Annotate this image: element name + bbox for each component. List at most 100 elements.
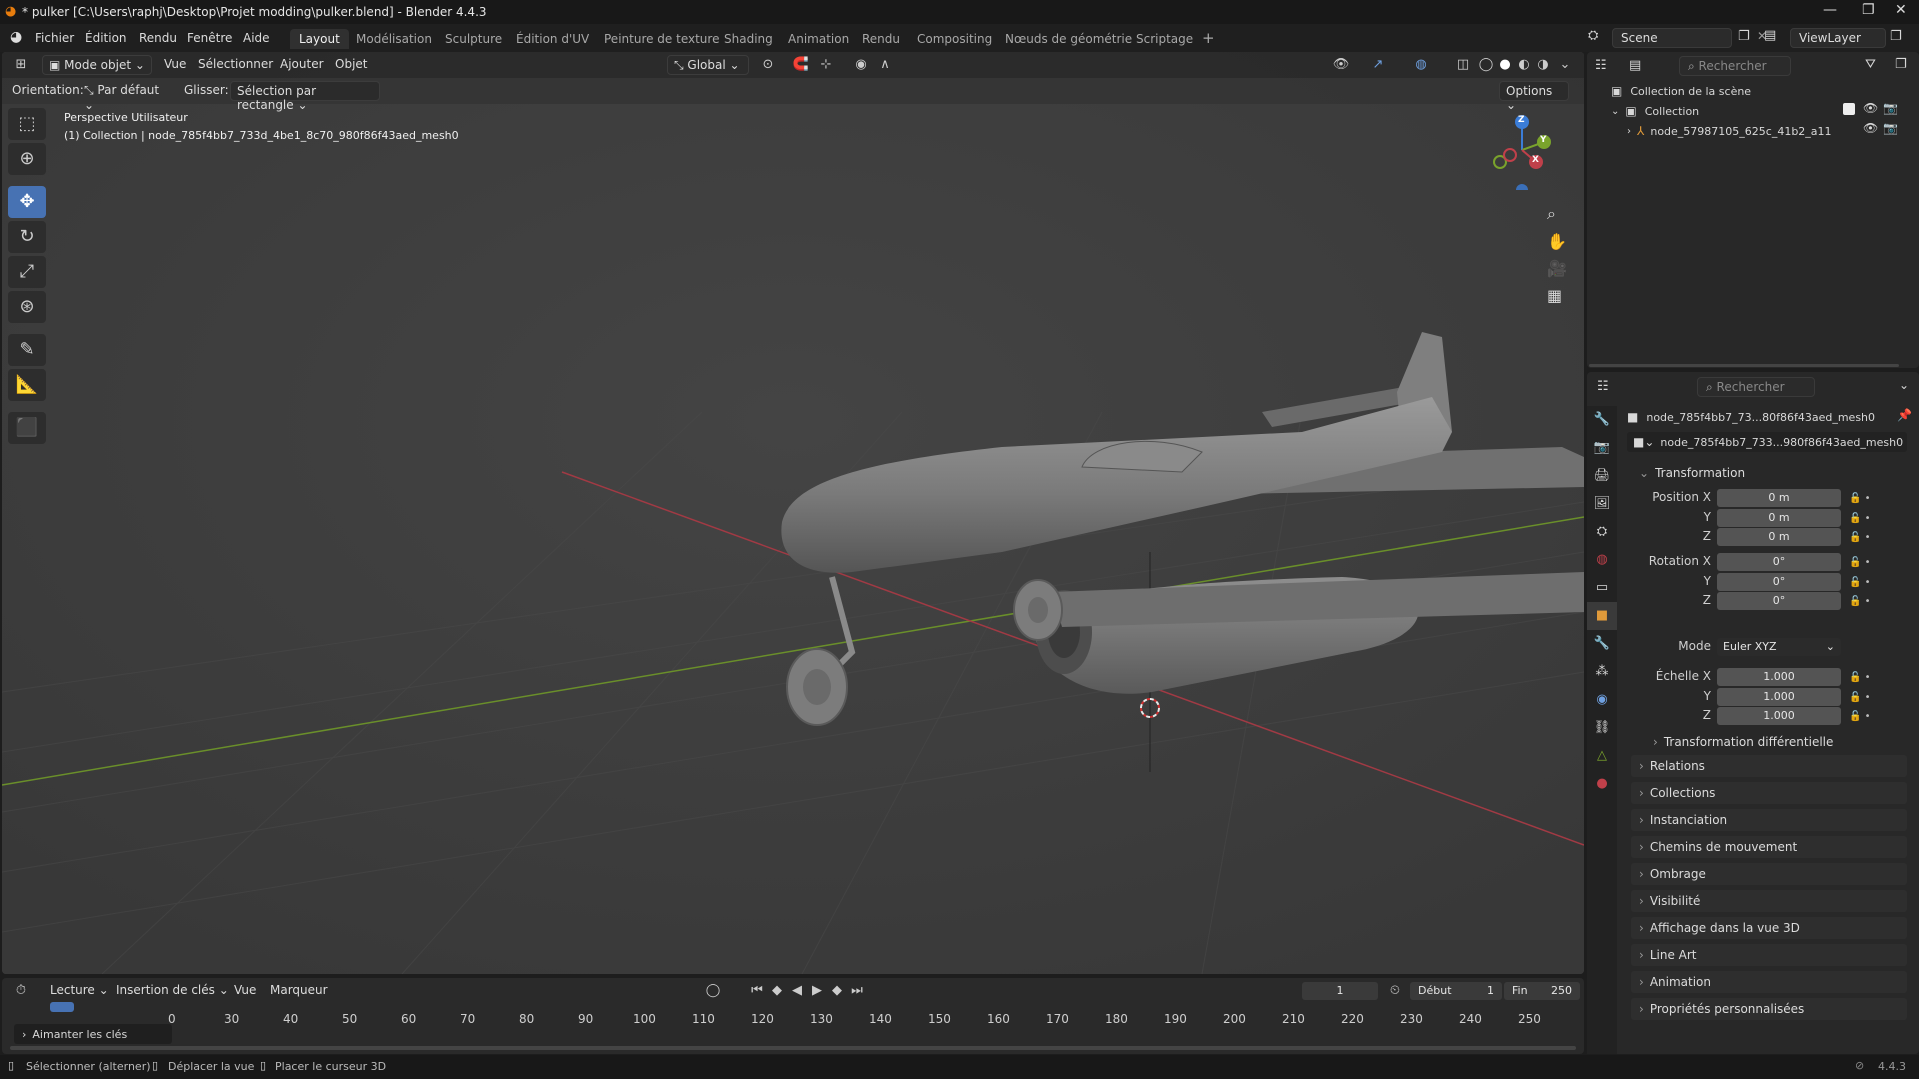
eye-icon[interactable]: 👁 [1863,121,1878,135]
tab-layout[interactable]: Layout [290,29,349,49]
shading-options-icon[interactable]: ⌄ [1554,55,1576,75]
rotation-y-field[interactable]: 0° [1717,573,1841,591]
properties-editor-icon[interactable]: ☷ [1597,379,1609,394]
menu-fichier[interactable]: Fichier [35,31,74,45]
gizmo-toggle-icon[interactable]: ↗ [1367,55,1389,75]
lock-icon[interactable]: 🔓 • [1849,592,1871,612]
panel-motion-paths[interactable]: › Chemins de mouvement [1631,836,1907,858]
panel-collections[interactable]: › Collections [1631,782,1907,804]
playhead[interactable] [50,1002,74,1012]
new-collection-icon[interactable]: ❐ [1895,57,1907,72]
scale-y-field[interactable]: 1.000 [1717,688,1841,706]
rendered-shading-icon[interactable]: ◑ [1532,55,1554,75]
tab-sculpture[interactable]: Sculpture [436,29,511,49]
tab-rendu[interactable]: Rendu [853,29,909,49]
tab-compositing[interactable]: Compositing [908,29,1001,49]
current-frame-field[interactable]: 1 [1302,982,1378,1000]
tab-shading[interactable]: Shading [715,29,782,49]
panel-shading[interactable]: › Ombrage [1631,863,1907,885]
particles-tab-icon[interactable]: ⁂ [1587,658,1617,686]
outliner-search[interactable]: ⌕ Rechercher [1679,56,1791,76]
scene-selector[interactable]: Scene [1612,28,1732,48]
navigation-gizmo[interactable]: Z Y X [1482,110,1562,196]
menu-edition[interactable]: Édition [85,31,127,45]
cursor-tool-icon[interactable]: ⊕ [8,143,46,175]
prev-keyframe-icon[interactable]: ◆ [766,981,788,1001]
scene-tab-icon[interactable]: ⛭ [1587,518,1617,546]
panel-relations[interactable]: › Relations [1631,755,1907,777]
new-view-layer-icon[interactable]: ❐ [1890,29,1902,44]
scale-tool-icon[interactable]: ⤢ [8,256,46,288]
end-frame-field[interactable]: Fin 250 [1504,982,1580,1000]
lock-icon[interactable]: 🔓 • [1849,688,1871,708]
close-icon[interactable]: ✕ [1895,2,1907,18]
annotate-tool-icon[interactable]: ✎ [8,334,46,366]
eye-icon[interactable]: 👁 [1863,101,1878,115]
position-y-field[interactable]: 0 m [1717,509,1841,527]
preview-range-icon[interactable]: ⏲ [1384,981,1406,1001]
scene-icon[interactable]: ⛭ [1588,28,1598,43]
transform-panel-header[interactable]: ⌄ Transformation [1631,462,1907,484]
lock-icon[interactable]: 🔓 • [1849,573,1871,593]
3d-viewport[interactable]: ⊞ ▣ Mode objet ⌄ Vue Sélectionner Ajoute… [2,52,1584,974]
drag-selector[interactable]: Sélection par rectangle ⌄ [230,81,380,112]
select-box-tool-icon[interactable]: ⬚ [8,108,46,140]
tab-scriptage[interactable]: Scriptage [1127,29,1202,49]
view-layer-tab-icon[interactable]: 🖼 [1587,490,1617,518]
tab-noeuds-geometrie[interactable]: Nœuds de géométrie [996,29,1141,49]
physics-tab-icon[interactable]: ◉ [1587,686,1617,714]
add-cube-tool-icon[interactable]: ⬛ [8,412,46,444]
jump-end-icon[interactable]: ⏭ [846,981,868,1001]
falloff-icon[interactable]: ∧ [874,55,896,75]
pan-hand-icon[interactable]: ✋ [1547,232,1567,251]
properties-search[interactable]: ⌕ Rechercher [1697,377,1815,397]
xray-icon[interactable]: ◫ [1452,55,1474,75]
auto-keying-icon[interactable]: ◯ [702,981,724,1001]
snap-keys-popup[interactable]: › Aimanter les clés [14,1024,172,1044]
lock-icon[interactable]: 🔓 • [1849,553,1871,573]
collection-tab-icon[interactable]: ▭ [1587,574,1617,602]
panel-animation[interactable]: › Animation [1631,971,1907,993]
pin-icon[interactable]: 📌 [1897,408,1912,422]
zoom-icon[interactable]: ⌕ [1547,204,1556,224]
tab-animation[interactable]: Animation [779,29,858,49]
options-button[interactable]: Options ⌄ [1499,81,1569,112]
visibility-icon[interactable]: 👁 [1330,55,1352,75]
menu-vue[interactable]: Vue [158,55,192,75]
minimize-icon[interactable]: — [1823,2,1837,18]
panel-line-art[interactable]: › Line Art [1631,944,1907,966]
add-workspace-icon[interactable]: + [1202,29,1215,47]
position-z-field[interactable]: 0 m [1717,528,1841,546]
snap-target-icon[interactable]: ⊹ [815,55,837,75]
chevron-right-icon[interactable]: › [1627,126,1631,137]
panel-viewport-display[interactable]: › Affichage dans la vue 3D [1631,917,1907,939]
lock-icon[interactable]: 🔓 • [1849,707,1871,727]
object-row[interactable]: › ⅄ node_57987105_625c_41b2_a11 👁 📷 [1627,121,1911,141]
object-tab-icon[interactable]: ■ [1587,602,1617,630]
view-layer-icon[interactable]: ▤ [1764,28,1776,43]
collection-row[interactable]: ⌄ ▣ Collection 👁 📷 [1611,101,1911,121]
world-tab-icon[interactable]: ◍ [1587,546,1617,574]
timeline-scrollbar[interactable] [10,1046,1576,1050]
overlay-toggle-icon[interactable]: ◍ [1410,55,1432,75]
menu-timeline-vue[interactable]: Vue [228,981,262,1001]
tab-edition-uv[interactable]: Édition d'UV [507,29,598,49]
panel-visibility[interactable]: › Visibilité [1631,890,1907,912]
editor-type-icon[interactable]: ⊞ [10,55,32,75]
render-tab-icon[interactable]: 📷 [1587,434,1617,462]
transform-tool-icon[interactable]: ⊛ [8,291,46,323]
menu-fenetre[interactable]: Fenêtre [187,31,232,45]
frame-ruler[interactable]: 0 30 40 50 60 70 80 90 100 110 120 130 1… [2,1000,1584,1040]
blender-menu-icon[interactable]: ◕ [10,29,22,45]
play-reverse-icon[interactable]: ◀ [786,981,808,1001]
viewport-scene[interactable] [2,52,1584,974]
measure-tool-icon[interactable]: 📐 [8,369,46,401]
menu-aide[interactable]: Aide [243,31,270,45]
move-tool-icon[interactable]: ✥ [8,186,46,218]
menu-insertion-cles[interactable]: Insertion de clés ⌄ [110,981,235,1001]
lock-icon[interactable]: 🔓 • [1849,668,1871,688]
render-camera-icon[interactable]: 📷 [1883,121,1898,135]
start-frame-field[interactable]: Début 1 [1410,982,1502,1000]
rotate-tool-icon[interactable]: ↻ [8,221,46,253]
position-x-field[interactable]: 0 m [1717,489,1841,507]
